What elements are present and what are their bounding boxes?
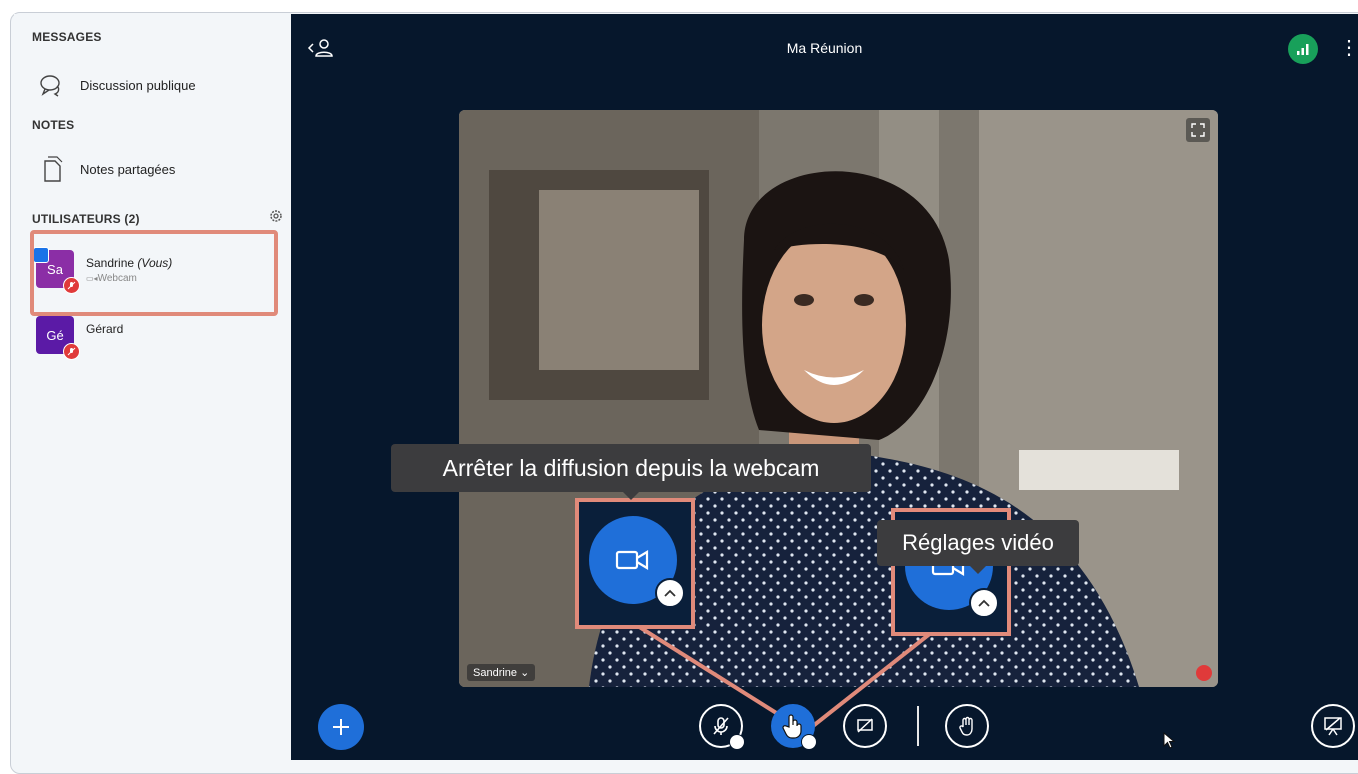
shared-notes-label: Notes partagées xyxy=(80,161,176,177)
raise-hand-icon xyxy=(959,716,973,736)
raise-hand-button[interactable] xyxy=(945,704,989,748)
user-name-text: Gérard xyxy=(86,322,124,336)
gear-icon[interactable] xyxy=(268,208,284,224)
plus-icon xyxy=(333,719,349,735)
main-area: Ma Réunion ⋮ Sandrine ⌄ Arrêter la diffu… xyxy=(291,14,1358,760)
video-name-tag[interactable]: Sandrine ⌄ xyxy=(467,664,536,681)
microphone-muted-icon xyxy=(1196,665,1212,681)
microphone-button[interactable] xyxy=(699,704,745,750)
webcam-callout xyxy=(575,498,695,629)
divider xyxy=(917,706,919,746)
camera-icon xyxy=(615,550,649,570)
chevron-up-icon[interactable] xyxy=(655,578,685,608)
highlight-box xyxy=(30,230,278,316)
screenshare-icon xyxy=(857,718,873,733)
avatar: Gé xyxy=(36,316,80,360)
chat-icon xyxy=(38,71,66,99)
user-item-gerard[interactable]: Gé Gérard xyxy=(36,316,123,360)
video-name-text: Sandrine xyxy=(473,667,518,679)
user-name: Gérard xyxy=(86,322,123,336)
users-section-title: UTILISATEURS (2) xyxy=(32,212,140,226)
tooltip-stop-webcam: Arrêter la diffusion depuis la webcam xyxy=(391,444,871,500)
presentation-icon xyxy=(1324,717,1342,736)
mouse-pointer-icon xyxy=(1163,732,1176,749)
presentation-button[interactable] xyxy=(1311,704,1355,748)
avatar-initials: Gé xyxy=(46,327,64,343)
fullscreen-icon[interactable] xyxy=(1186,118,1210,142)
public-chat-label: Discussion publique xyxy=(80,77,196,93)
microphone-muted-icon xyxy=(63,343,80,360)
chevron-up-icon[interactable] xyxy=(969,588,999,618)
hand-cursor-icon xyxy=(782,714,802,739)
sidebar: MESSAGES Discussion publique NOTES Notes… xyxy=(14,14,291,760)
tooltip-video-settings: Réglages vidéo xyxy=(877,520,1079,574)
webcam-button[interactable] xyxy=(771,704,817,750)
chevron-up-icon[interactable] xyxy=(801,734,817,750)
webcam-video: Sandrine ⌄ xyxy=(459,110,1218,687)
public-chat-item[interactable]: Discussion publique xyxy=(38,69,196,101)
notes-icon xyxy=(38,155,66,183)
screenshare-button[interactable] xyxy=(843,704,887,748)
messages-section-title: MESSAGES xyxy=(32,30,102,44)
kebab-menu-icon[interactable]: ⋮ xyxy=(1339,38,1358,58)
meeting-title: Ma Réunion xyxy=(786,40,863,56)
actions-plus-button[interactable] xyxy=(318,704,364,750)
notes-section-title: NOTES xyxy=(32,118,75,132)
chevron-up-icon[interactable] xyxy=(729,734,745,750)
shared-notes-item[interactable]: Notes partagées xyxy=(38,153,175,185)
microphone-muted-icon xyxy=(713,717,729,735)
signal-icon[interactable] xyxy=(1288,34,1318,64)
